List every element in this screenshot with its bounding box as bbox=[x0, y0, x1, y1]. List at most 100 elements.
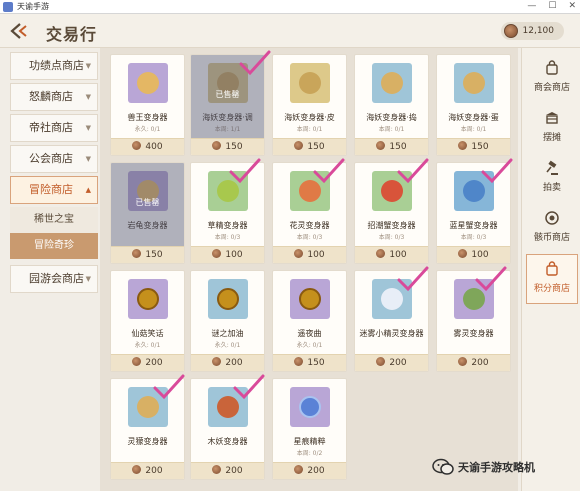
item-price: 150 bbox=[307, 142, 325, 152]
item-card[interactable]: 木妖变身器 200 bbox=[190, 378, 265, 480]
item-card[interactable]: 迷雾小精灵变身器 200 bbox=[354, 270, 429, 372]
item-limit: 永久: 0/1 bbox=[214, 342, 241, 349]
item-name: 招潮蟹变身器 bbox=[367, 221, 416, 230]
item-name: 迷雾小精灵变身器 bbox=[359, 329, 424, 338]
item-card[interactable]: 海妖变身器·捣 本周: 0/1 150 bbox=[354, 54, 429, 156]
rnav-item-stall[interactable]: 摆摊 bbox=[526, 104, 578, 154]
item-card[interactable]: 雾灵变身器 200 bbox=[436, 270, 511, 372]
rnav-label: 商会商店 bbox=[533, 83, 570, 93]
coin-icon bbox=[132, 465, 142, 474]
nav-subitem-rare-treasure[interactable]: 稀世之宝 bbox=[10, 207, 98, 233]
nav-item-merit-shop[interactable]: 功绩点商店 ▼ bbox=[10, 52, 98, 80]
close-icon[interactable]: ✕ bbox=[568, 1, 576, 11]
item-icon bbox=[454, 171, 494, 211]
item-card[interactable]: 海妖变身器·皮 本周: 0/1 150 bbox=[272, 54, 347, 156]
item-price: 150 bbox=[307, 358, 325, 368]
item-price: 100 bbox=[471, 250, 489, 260]
price-bar: 100 bbox=[191, 246, 264, 263]
item-name: 兽王变身器 bbox=[127, 113, 168, 122]
nav-item-adventure-shop[interactable]: 冒险商店 ▲ bbox=[10, 176, 98, 204]
item-price: 150 bbox=[471, 142, 489, 152]
item-price: 200 bbox=[471, 358, 489, 368]
item-card[interactable]: 仙菇笑话 永久: 0/1 200 bbox=[110, 270, 185, 372]
nav-item-label: 帝社商店 bbox=[29, 121, 73, 134]
item-card[interactable]: 招潮蟹变身器 本周: 0/3 100 bbox=[354, 162, 429, 264]
item-card[interactable]: 灵獴变身器 200 bbox=[110, 378, 185, 480]
rnav-item-points-store[interactable]: 积分商店 bbox=[526, 254, 578, 304]
rnav-item-guild-store[interactable]: 商会商店 bbox=[526, 54, 578, 104]
item-card[interactable]: 谜之加油 永久: 0/1 200 bbox=[190, 270, 265, 372]
item-name: 蓝星蟹变身器 bbox=[449, 221, 498, 230]
item-card[interactable]: 海妖变身器·蛋 本周: 0/1 150 bbox=[436, 54, 511, 156]
item-icon bbox=[290, 171, 330, 211]
shop-bag-icon bbox=[546, 60, 558, 75]
item-icon bbox=[208, 279, 248, 319]
maximize-icon[interactable]: ☐ bbox=[548, 1, 556, 11]
item-price: 150 bbox=[389, 142, 407, 152]
rnav-item-auction[interactable]: 拍卖 bbox=[526, 154, 578, 204]
item-icon bbox=[372, 171, 412, 211]
rnav-label: 摆摊 bbox=[542, 133, 561, 143]
gavel-icon bbox=[546, 160, 558, 175]
nav-item-guild-shop[interactable]: 公会商店 ▼ bbox=[10, 145, 98, 173]
coin-icon bbox=[376, 357, 386, 366]
coin-icon bbox=[132, 141, 142, 150]
coin-icon bbox=[294, 357, 304, 366]
price-bar: 150 bbox=[273, 354, 346, 371]
item-limit: 本周: 0/3 bbox=[460, 234, 487, 241]
item-card[interactable]: 花灵变身器 本周: 0/3 100 bbox=[272, 162, 347, 264]
item-card[interactable]: 蓝星蟹变身器 本周: 0/3 100 bbox=[436, 162, 511, 264]
window-title: 天谕手游 bbox=[17, 2, 49, 11]
coin-icon bbox=[458, 141, 468, 150]
nav-item-label: 怒麟商店 bbox=[29, 90, 73, 103]
nav-item-dishe-shop[interactable]: 帝社商店 ▼ bbox=[10, 114, 98, 142]
price-bar: 200 bbox=[273, 462, 346, 479]
item-limit: 本周: 0/3 bbox=[296, 234, 323, 241]
item-card[interactable]: 草精变身器 本周: 0/3 100 bbox=[190, 162, 265, 264]
item-card[interactable]: 遥夜曲 永久: 0/1 150 bbox=[272, 270, 347, 372]
item-name: 海妖变身器·皮 bbox=[284, 113, 335, 122]
left-nav: 功绩点商店 ▼ 怒麟商店 ▼ 帝社商店 ▼ 公会商店 ▼ 冒险商店 ▲ 稀世之宝 冒险奇珍… bbox=[10, 52, 98, 296]
coin-icon bbox=[294, 141, 304, 150]
price-bar: 100 bbox=[355, 246, 428, 263]
price-bar: 150 bbox=[111, 246, 184, 263]
rnav-item-bone-coin-store[interactable]: 骸币商店 bbox=[526, 204, 578, 254]
nav-subitem-adventure-curio[interactable]: 冒险奇珍 bbox=[10, 233, 98, 259]
item-card[interactable]: 兽王变身器 永久: 0/1 400 bbox=[110, 54, 185, 156]
item-card[interactable]: 海妖变身器·调 本周: 1/1 已售罄 150 bbox=[190, 54, 265, 156]
nav-item-label: 冒险商店 bbox=[29, 183, 73, 196]
watermark-text: 天谕手游攻略机 bbox=[458, 461, 535, 474]
minimize-icon[interactable]: — bbox=[527, 1, 536, 11]
item-limit: 本周: 0/1 bbox=[296, 126, 323, 133]
item-card[interactable]: 星痕精粹 本周: 0/2 200 bbox=[272, 378, 347, 480]
price-bar: 150 bbox=[191, 138, 264, 155]
nav-item-fair-shop[interactable]: 园游会商店 ▼ bbox=[10, 265, 98, 293]
coin-icon bbox=[376, 249, 386, 258]
item-card[interactable]: 岩龟变身器 已售罄 150 bbox=[110, 162, 185, 264]
item-name: 海妖变身器·蛋 bbox=[448, 113, 499, 122]
item-icon bbox=[290, 387, 330, 427]
price-bar: 100 bbox=[273, 246, 346, 263]
item-price: 200 bbox=[225, 466, 243, 476]
coin-icon bbox=[212, 357, 222, 366]
price-bar: 150 bbox=[355, 138, 428, 155]
chevron-down-icon: ▼ bbox=[85, 62, 91, 70]
chevron-down-icon: ▼ bbox=[85, 155, 91, 163]
back-arrow-icon[interactable] bbox=[10, 23, 32, 39]
item-limit: 本周: 0/1 bbox=[460, 126, 487, 133]
rnav-label: 积分商店 bbox=[533, 284, 570, 294]
item-price: 200 bbox=[307, 466, 325, 476]
item-name: 星痕精粹 bbox=[293, 437, 326, 446]
item-icon bbox=[372, 63, 412, 103]
price-bar: 200 bbox=[111, 462, 184, 479]
item-price: 100 bbox=[389, 250, 407, 260]
price-bar: 200 bbox=[191, 354, 264, 371]
item-name: 仙菇笑话 bbox=[131, 329, 164, 338]
chevron-up-icon: ▲ bbox=[85, 186, 91, 194]
item-price: 150 bbox=[145, 250, 163, 260]
item-icon bbox=[454, 279, 494, 319]
sold-out-label: 已售罄 bbox=[215, 90, 240, 99]
nav-item-nulin-shop[interactable]: 怒麟商店 ▼ bbox=[10, 83, 98, 111]
price-bar: 100 bbox=[437, 246, 510, 263]
nav-item-label: 公会商店 bbox=[29, 152, 73, 165]
